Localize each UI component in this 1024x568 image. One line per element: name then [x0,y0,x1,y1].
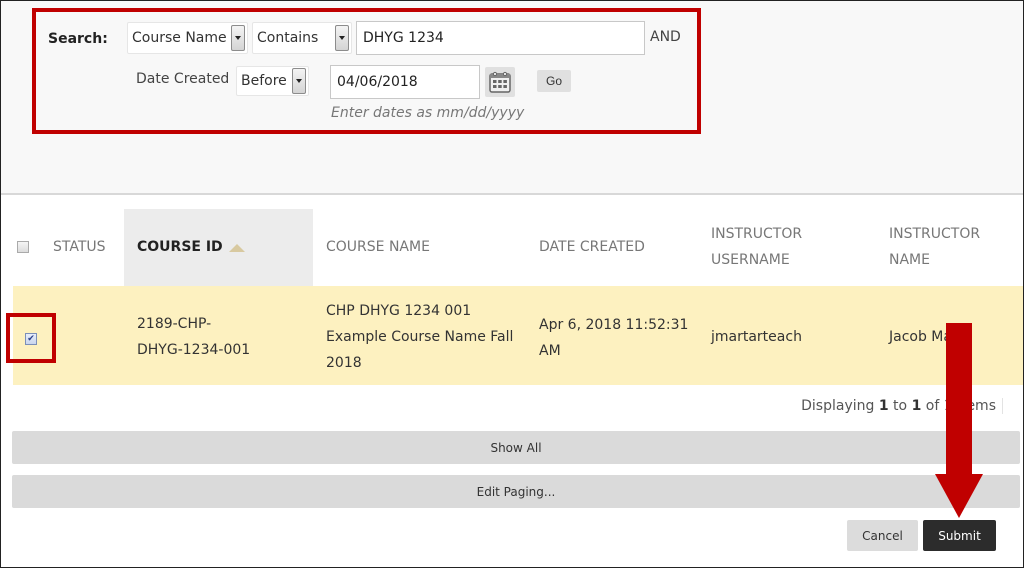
cell-course-id: 2189-CHP- DHYG-1234-001 [137,311,250,363]
column-header-date-created[interactable]: DATE CREATED [539,234,645,260]
checkbox-highlight-box [6,313,56,363]
calendar-button[interactable] [485,67,515,97]
search-operator-select[interactable]: Contains [252,22,352,54]
header-line: NAME [889,252,930,268]
search-field-select-value: Course Name [132,30,227,46]
page-frame: Search: Course Name Contains DHYG 1234 A… [0,0,1024,568]
header-line: INSTRUCTOR [711,226,803,242]
search-label: Search: [48,31,108,47]
chevron-down-icon[interactable] [292,68,306,94]
cell-line: Example Course Name Fall [326,329,514,345]
date-format-hint: Enter dates as mm/dd/yyyy [331,105,525,121]
column-header-instructor-username[interactable]: INSTRUCTOR USERNAME [711,221,802,273]
date-operator-select-value: Before [241,73,287,89]
date-input[interactable]: 04/06/2018 [330,65,480,99]
go-button[interactable]: Go [537,70,571,92]
column-header-course-id[interactable]: COURSE ID [137,234,245,260]
pagination-status: Displaying 1 to 1 of 1 items [801,398,1003,414]
cell-line: CHP DHYG 1234 001 [326,303,472,319]
cell-line: 2189-CHP- [137,316,212,332]
cell-course-name: CHP DHYG 1234 001 Example Course Name Fa… [326,298,513,376]
sort-ascending-icon [228,244,245,252]
column-header-status[interactable]: STATUS [53,234,106,260]
cell-instructor-username: jmartarteach [711,329,802,345]
header-line: INSTRUCTOR [889,226,981,242]
submit-button[interactable]: Submit [923,520,996,551]
search-operator-select-value: Contains [257,30,319,46]
select-all-checkbox[interactable] [17,241,29,253]
chevron-down-icon[interactable] [335,25,349,51]
header-line: USERNAME [711,252,790,268]
search-field-select[interactable]: Course Name [127,22,248,54]
show-all-button[interactable]: Show All [12,431,1020,464]
cell-line: AM [539,343,561,359]
date-created-label: Date Created [136,71,230,87]
column-header-instructor-name[interactable]: INSTRUCTOR NAME [889,221,980,273]
pagination-to-word: to [888,398,912,414]
cell-line: Apr 6, 2018 11:52:31 [539,317,689,333]
pagination-prefix: Displaying [801,398,879,414]
pagination-from: 1 [878,398,889,414]
cell-date-created: Apr 6, 2018 11:52:31 AM [539,312,688,364]
pagination-to: 1 [911,398,922,414]
column-header-course-name[interactable]: COURSE NAME [326,234,430,260]
search-input[interactable]: DHYG 1234 [356,21,645,55]
column-header-course-id-label: COURSE ID [137,239,223,255]
chevron-down-icon[interactable] [231,25,245,51]
cell-line: 2018 [326,355,362,371]
cell-instructor-name: Jacob Martr [889,329,969,345]
pagination-suffix: of 1 items [921,398,996,414]
date-operator-select[interactable]: Before [236,66,309,96]
edit-paging-button[interactable]: Edit Paging... [12,475,1020,508]
cancel-button[interactable]: Cancel [847,520,918,551]
conjunction-label: AND [650,29,681,45]
cell-line: DHYG-1234-001 [137,342,251,358]
calendar-icon [489,71,511,93]
